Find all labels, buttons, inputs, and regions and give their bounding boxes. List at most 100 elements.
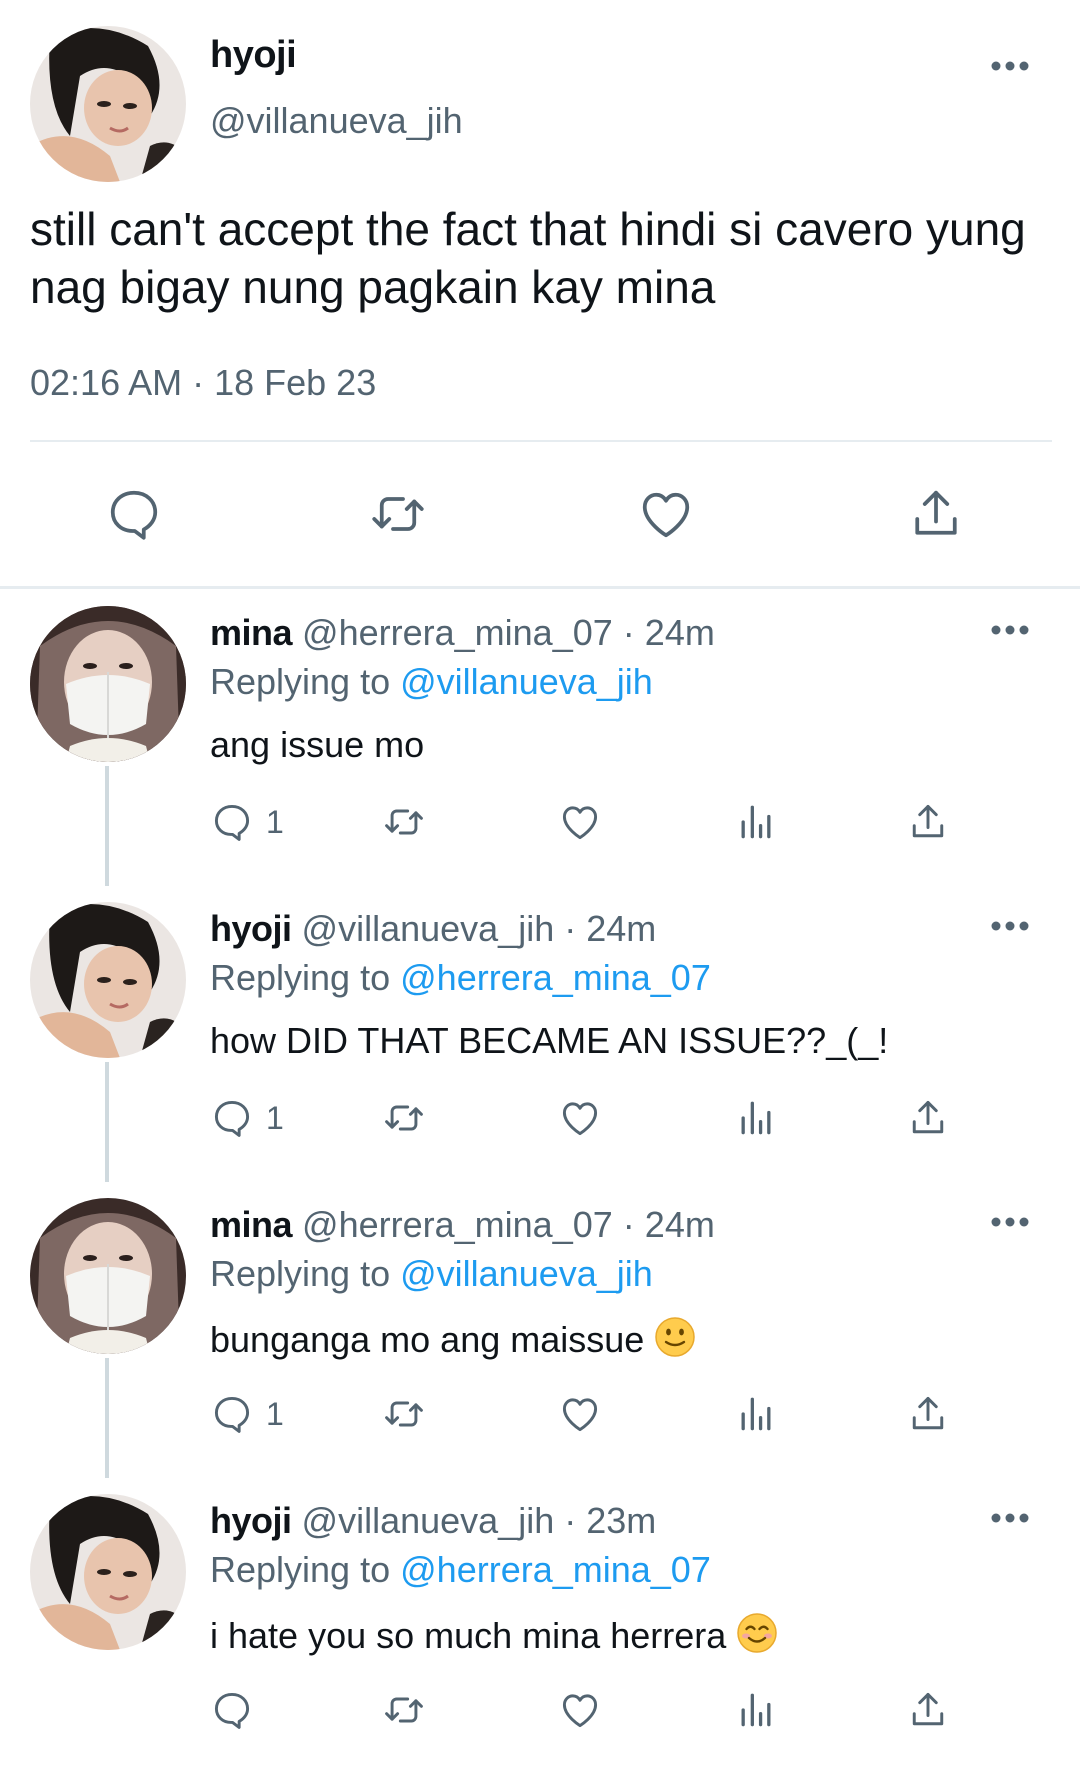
reply-text: i hate you so much mina herrera (210, 1612, 778, 1657)
replying-to-label: Replying to (210, 1549, 391, 1590)
share-button[interactable] (906, 1392, 950, 1436)
more-options-icon[interactable] (990, 60, 1030, 72)
views-button[interactable] (734, 800, 778, 844)
avatar[interactable] (30, 902, 186, 1058)
thread-line (105, 766, 109, 886)
reply-text: ang issue mo (210, 724, 425, 765)
more-options-icon[interactable] (990, 1216, 1030, 1228)
reply-tweet[interactable]: mina @herrera_mina_07 · 24m Replying to … (0, 1182, 1080, 1478)
views-button[interactable] (734, 1096, 778, 1140)
display-name[interactable]: mina (210, 1204, 293, 1245)
replying-to-label: Replying to (210, 661, 391, 702)
share-icon (912, 1396, 944, 1430)
reply-icon (214, 1396, 250, 1433)
display-name[interactable]: hyoji (210, 1500, 292, 1541)
reply-icon (214, 804, 250, 841)
display-name[interactable]: mina (210, 612, 293, 653)
separator: · (564, 908, 577, 949)
reply-button[interactable]: 1 (210, 1096, 284, 1140)
reply-tweet[interactable]: hyoji @villanueva_jih · 23m Replying to … (0, 1478, 1080, 1774)
reply-button[interactable]: 1 (210, 1392, 284, 1436)
views-button[interactable] (734, 1392, 778, 1436)
replying-to-link[interactable]: @herrera_mina_07 (400, 957, 711, 998)
views-button[interactable] (734, 1688, 778, 1732)
replying-to-link[interactable]: @villanueva_jih (400, 661, 653, 702)
reply-header: hyoji @villanueva_jih · 23m (210, 1500, 656, 1542)
separator: · (622, 612, 635, 653)
replying-to: Replying to @villanueva_jih (210, 1253, 653, 1295)
reply-button[interactable] (210, 1688, 266, 1732)
reply-time[interactable]: 24m (645, 612, 715, 653)
replying-to: Replying to @herrera_mina_07 (210, 1549, 711, 1591)
like-icon (562, 1398, 598, 1432)
display-name[interactable]: hyoji (210, 908, 292, 949)
divider (30, 440, 1052, 442)
slightly-smiling-face-icon (654, 1316, 696, 1358)
reply-time[interactable]: 24m (586, 908, 656, 949)
retweet-button[interactable] (382, 1392, 426, 1436)
username[interactable]: @herrera_mina_07 (302, 1204, 613, 1245)
like-button[interactable] (558, 1392, 602, 1436)
reply-text: bunganga mo ang maissue (210, 1316, 696, 1361)
like-button[interactable] (558, 800, 602, 844)
share-icon (912, 1100, 944, 1134)
replying-to-label: Replying to (210, 1253, 391, 1294)
reply-header: mina @herrera_mina_07 · 24m (210, 612, 715, 654)
replying-to-link[interactable]: @herrera_mina_07 (400, 1549, 711, 1590)
more-options-icon[interactable] (990, 1512, 1030, 1524)
retweet-button[interactable] (382, 1096, 426, 1140)
like-button[interactable] (558, 1096, 602, 1140)
share-button[interactable] (906, 800, 950, 844)
reply-button[interactable]: 1 (210, 800, 284, 844)
retweet-icon[interactable] (368, 484, 428, 544)
separator: · (564, 1500, 577, 1541)
views-icon (741, 805, 771, 839)
reply-text: how DID THAT BECAME AN ISSUE??_(_! (210, 1020, 889, 1061)
reply-count: 1 (266, 1099, 284, 1136)
like-icon (562, 1102, 598, 1136)
tweet-text: still can't accept the fact that hindi s… (30, 203, 1026, 313)
like-icon[interactable] (636, 484, 696, 544)
username[interactable]: @villanueva_jih (302, 1500, 555, 1541)
share-button[interactable] (906, 1096, 950, 1140)
reply-header: mina @herrera_mina_07 · 24m (210, 1204, 715, 1246)
like-button[interactable] (558, 1688, 602, 1732)
share-icon[interactable] (906, 484, 966, 544)
reply-text-content: i hate you so much mina herrera (210, 1615, 727, 1656)
section-divider (0, 586, 1080, 589)
views-icon (741, 1397, 771, 1431)
like-icon (562, 1694, 598, 1728)
reply-tweet[interactable]: hyoji @villanueva_jih · 24m Replying to … (0, 886, 1080, 1182)
retweet-button[interactable] (382, 1688, 426, 1732)
display-name[interactable]: hyoji (210, 34, 297, 77)
more-options-icon[interactable] (990, 624, 1030, 636)
reply-text-content: bunganga mo ang maissue (210, 1319, 645, 1360)
smiling-face-with-smiling-eyes-icon (736, 1612, 778, 1654)
replying-to-label: Replying to (210, 957, 391, 998)
more-options-icon[interactable] (990, 920, 1030, 932)
tweet-timestamp[interactable]: 02:16 AM · 18 Feb 23 (30, 362, 376, 404)
retweet-icon (385, 1105, 423, 1131)
reply-time[interactable]: 23m (586, 1500, 656, 1541)
retweet-button[interactable] (382, 800, 426, 844)
views-icon (741, 1101, 771, 1135)
share-icon (912, 804, 944, 838)
username[interactable]: @villanueva_jih (302, 908, 555, 949)
replying-to-link[interactable]: @villanueva_jih (400, 1253, 653, 1294)
views-icon (741, 1693, 771, 1727)
reply-tweet[interactable]: mina @herrera_mina_07 · 24m Replying to … (0, 590, 1080, 886)
reply-icon[interactable] (104, 484, 164, 544)
avatar[interactable] (30, 26, 186, 182)
separator: · (622, 1204, 635, 1245)
avatar[interactable] (30, 1198, 186, 1354)
avatar[interactable] (30, 606, 186, 762)
username[interactable]: @villanueva_jih (210, 100, 463, 142)
avatar[interactable] (30, 1494, 186, 1650)
reply-time[interactable]: 24m (645, 1204, 715, 1245)
username[interactable]: @herrera_mina_07 (302, 612, 613, 653)
share-button[interactable] (906, 1688, 950, 1732)
reply-icon (214, 1100, 250, 1137)
retweet-icon (385, 809, 423, 835)
share-icon (912, 1692, 944, 1726)
replying-to: Replying to @villanueva_jih (210, 661, 653, 703)
